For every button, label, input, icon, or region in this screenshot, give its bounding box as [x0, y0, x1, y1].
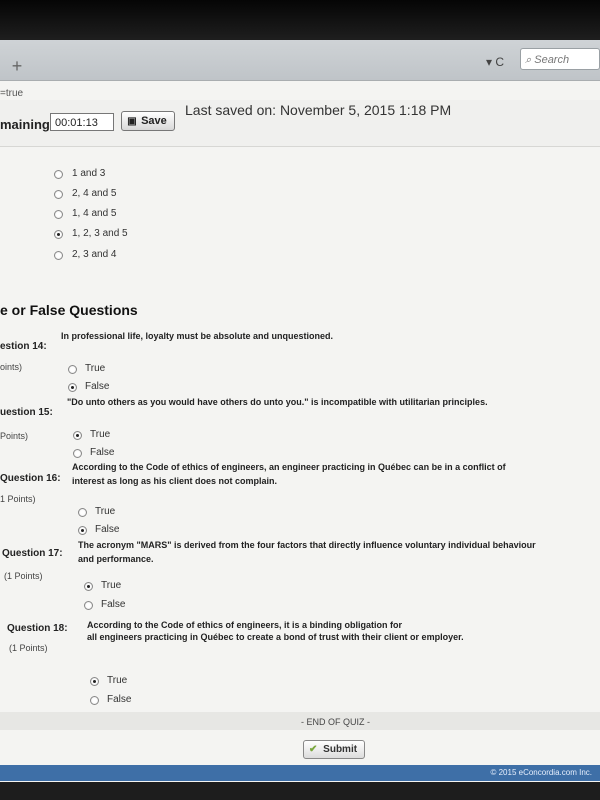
browser-search-input[interactable]: ⌕ Search: [520, 48, 600, 70]
question-18-false-label: False: [107, 694, 132, 705]
question-16-text-line1: According to the Code of ethics of engin…: [72, 462, 506, 472]
option-radio-4[interactable]: [54, 230, 63, 239]
option-radio-5[interactable]: [54, 251, 63, 260]
question-14-text: In professional life, loyalty must be ab…: [61, 331, 334, 341]
question-18-text-line2: all engineers practicing in Québec to cr…: [87, 632, 464, 642]
submit-button[interactable]: ✔ Submit: [303, 740, 365, 759]
question-15-false-label: False: [90, 447, 115, 458]
end-of-quiz-row: [0, 712, 600, 730]
option-radio-3[interactable]: [54, 210, 63, 219]
question-18-false-radio[interactable]: [90, 696, 99, 705]
option-radio-1[interactable]: [54, 170, 63, 179]
question-16-false-radio[interactable]: [78, 526, 87, 535]
question-15-true-label: True: [90, 429, 111, 440]
question-14-false-radio[interactable]: [68, 383, 77, 392]
copyright-text: © 2015 eConcordia.com Inc.: [490, 768, 592, 777]
question-14-false-label: False: [85, 381, 110, 392]
reload-button[interactable]: ▾ C: [486, 52, 522, 72]
search-icon: ⌕: [525, 54, 532, 66]
save-icon: ▣: [127, 116, 137, 127]
new-tab-button[interactable]: +: [0, 54, 34, 78]
question-17-false-label: False: [101, 599, 126, 610]
question-14-true-label: True: [85, 363, 106, 374]
question-17-true-label: True: [101, 580, 122, 591]
time-remaining-label: maining:: [0, 117, 55, 132]
question-16-label: Question 16:: [0, 473, 61, 484]
submit-button-label: Submit: [323, 744, 358, 755]
question-17-true-radio[interactable]: [84, 582, 93, 591]
search-placeholder: Search: [534, 54, 570, 66]
question-17-label: Question 17:: [2, 548, 63, 559]
question-18-label: Question 18:: [7, 623, 68, 634]
save-button[interactable]: ▣ Save: [121, 111, 175, 131]
question-16-false-label: False: [95, 524, 120, 535]
section-title: e or False Questions: [0, 302, 138, 318]
question-14-true-radio[interactable]: [68, 365, 77, 374]
last-saved-status: Last saved on: November 5, 2015 1:18 PM: [185, 102, 452, 118]
question-17-text-line1: The acronym "MARS" is derived from the f…: [78, 540, 536, 550]
question-15-true-radio[interactable]: [73, 431, 82, 440]
question-16-text-line2: interest as long as his client does not …: [72, 476, 278, 486]
question-14-label: estion 14:: [0, 341, 47, 352]
question-18-true-radio[interactable]: [90, 677, 99, 686]
end-of-quiz-text: - END OF QUIZ -: [301, 717, 370, 727]
question-15-label: uestion 15:: [0, 407, 53, 418]
question-16-points: 1 Points): [0, 494, 36, 504]
url-fragment: =true: [0, 88, 24, 99]
question-15-false-radio[interactable]: [73, 449, 82, 458]
question-15-text: "Do unto others as you would have others…: [67, 397, 488, 407]
question-16-true-label: True: [95, 506, 116, 517]
question-17-false-radio[interactable]: [84, 601, 93, 610]
screen: + ▾ C ⌕ Search =true maining: 00:01:13 ▣…: [0, 0, 600, 800]
question-16-true-radio[interactable]: [78, 508, 87, 517]
option-label-3: 1, 4 and 5: [72, 208, 117, 219]
question-18-text-line1: According to the Code of ethics of engin…: [87, 620, 403, 630]
checkmark-icon: ✔: [309, 744, 318, 755]
question-18-points: (1 Points): [9, 643, 48, 653]
question-14-points: oints): [0, 362, 23, 372]
save-button-label: Save: [141, 115, 167, 127]
monitor-bottom-bezel: [0, 782, 600, 800]
option-label-4: 1, 2, 3 and 5: [72, 228, 128, 239]
option-label-1: 1 and 3: [72, 168, 106, 179]
option-label-5: 2, 3 and 4: [72, 249, 117, 260]
option-label-2: 2, 4 and 5: [72, 188, 117, 199]
time-remaining-field: 00:01:13: [50, 113, 114, 131]
question-17-points: (1 Points): [4, 571, 43, 581]
question-17-text-line2: and performance.: [78, 554, 154, 564]
option-radio-2[interactable]: [54, 190, 63, 199]
question-18-true-label: True: [107, 675, 128, 686]
question-15-points: Points): [0, 431, 29, 441]
